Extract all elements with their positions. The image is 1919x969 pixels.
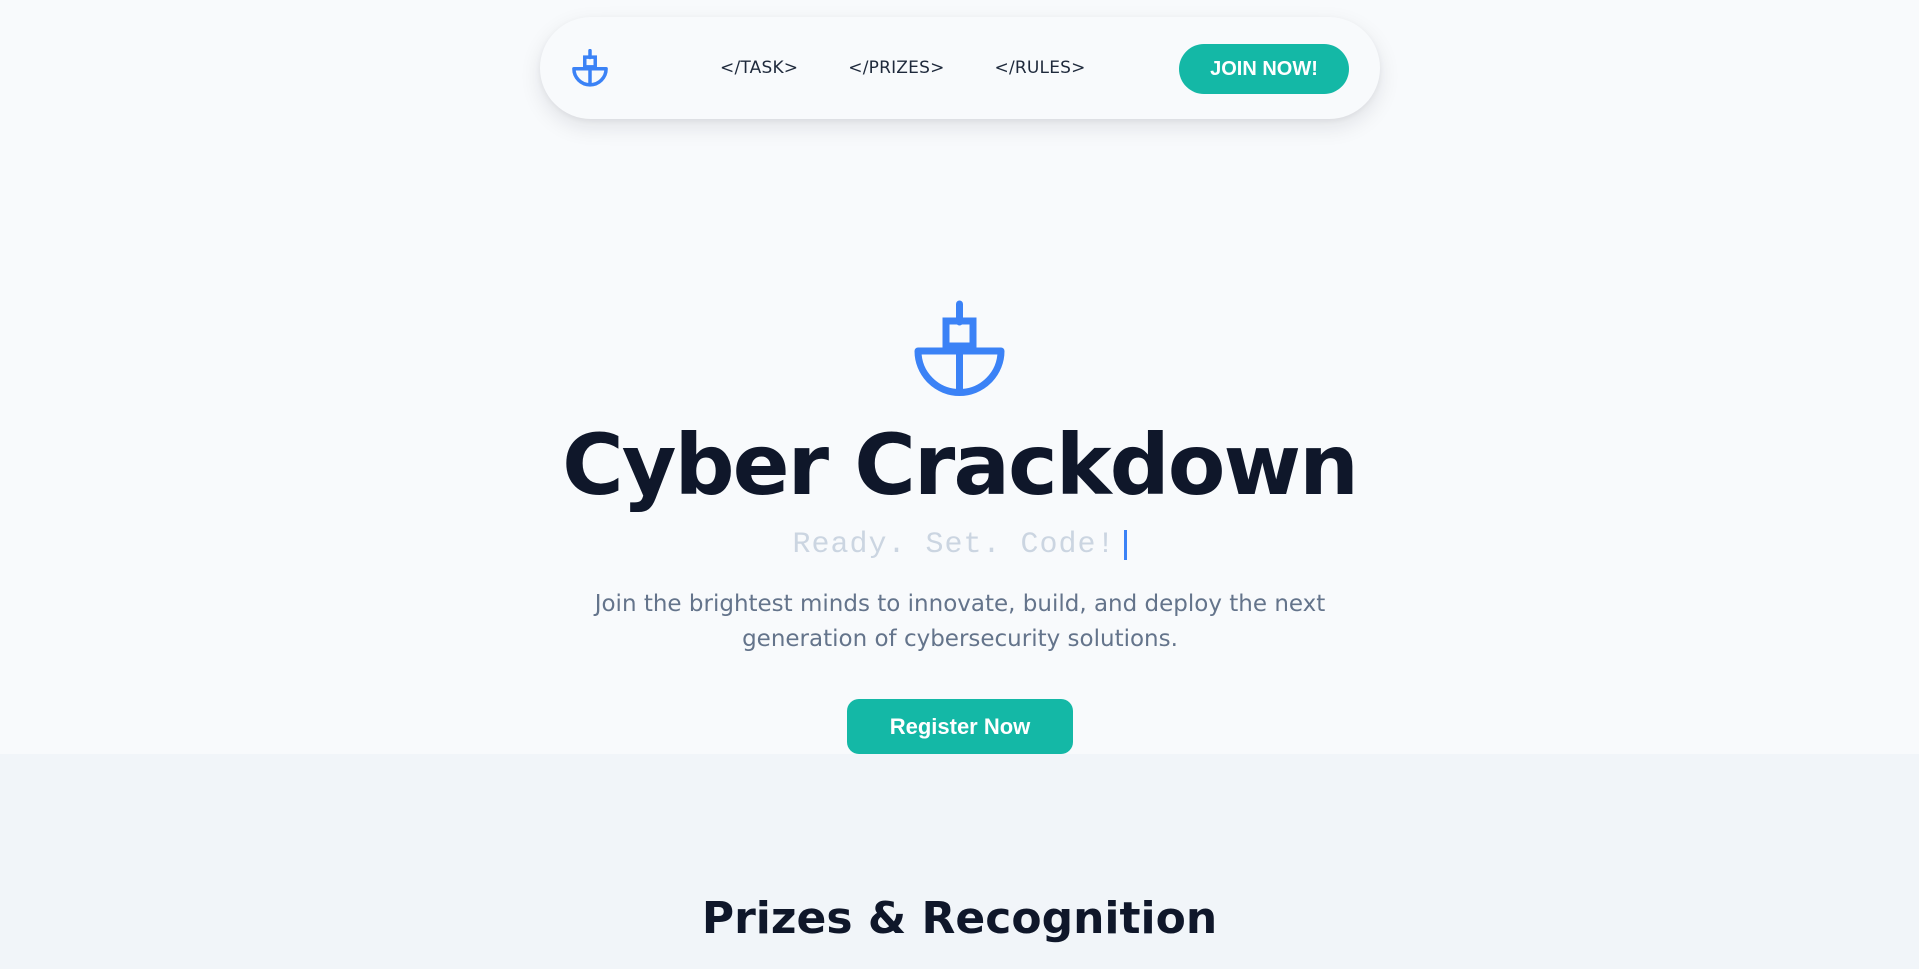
hero-description: Join the brightest minds to innovate, bu… — [594, 591, 1326, 652]
typing-cursor — [1123, 530, 1127, 560]
prizes-heading: Prizes & Recognition — [701, 893, 1218, 944]
join-now-button[interactable]: JOIN NOW! — [1179, 44, 1349, 94]
nav-link-rules[interactable]: </RULES> — [995, 58, 1086, 78]
register-button[interactable]: Register Now — [847, 699, 1073, 754]
plug-shield-icon[interactable] — [571, 49, 609, 87]
plug-shield-icon — [914, 300, 1005, 396]
page-title: Cyber Crackdown — [562, 416, 1359, 514]
navbar: </TASK> </PRIZES> </RULES> JOIN NOW! — [540, 17, 1380, 119]
tagline-text: Ready. Set. Code! — [792, 528, 1116, 562]
nav-link-task[interactable]: </TASK> — [720, 58, 798, 78]
nav-link-prizes[interactable]: </PRIZES> — [848, 58, 944, 78]
nav-links: </TASK> </PRIZES> </RULES> — [720, 17, 1086, 119]
prizes-section: Prizes & Recognition — [0, 754, 1919, 969]
tagline: Ready. Set. Code! — [0, 528, 1919, 568]
